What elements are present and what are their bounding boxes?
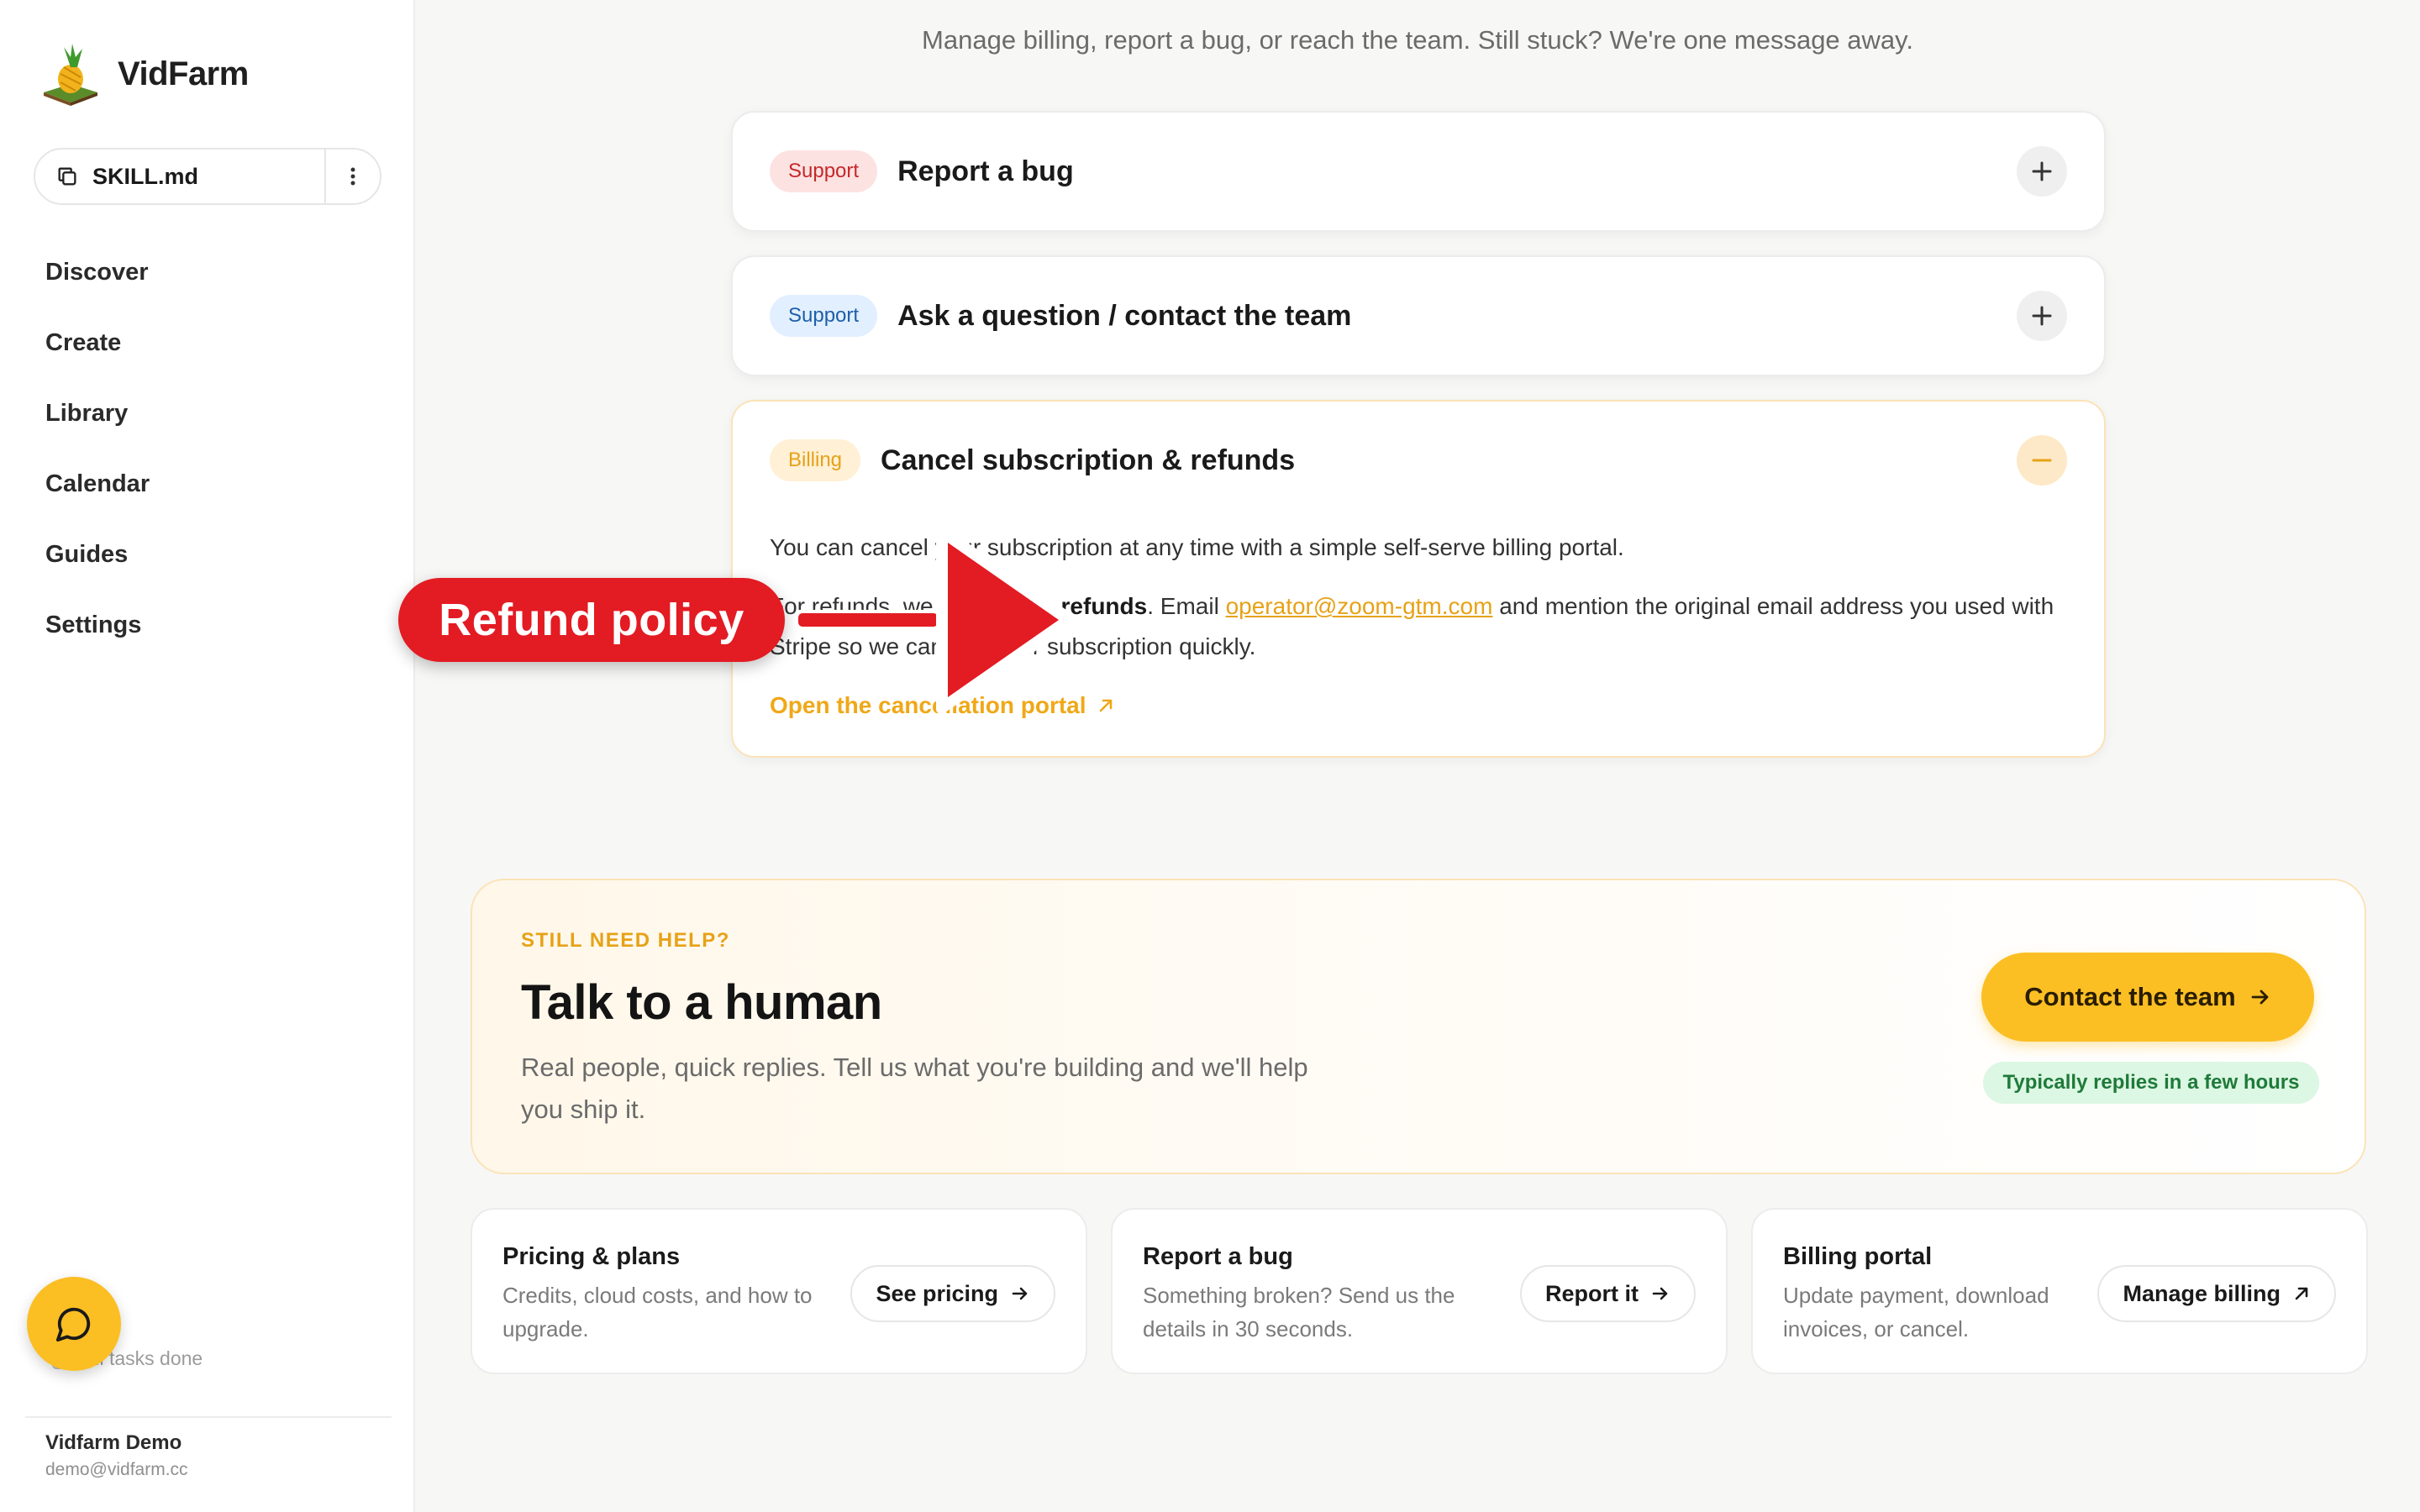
plus-icon [2032, 161, 2052, 181]
brand-name: VidFarm [118, 55, 249, 92]
expand-button[interactable] [2017, 146, 2067, 197]
faq-item-contact-team[interactable]: Support Ask a question / contact the tea… [731, 255, 2106, 376]
contact-team-button[interactable]: Contact the team [1981, 953, 2314, 1042]
button-label: Report it [1545, 1280, 1639, 1306]
external-link-icon [2295, 1287, 2308, 1300]
faq-title: Ask a question / contact the team [897, 299, 1352, 332]
help-description: Real people, quick replies. Tell us what… [521, 1053, 1308, 1124]
sidebar-item-calendar[interactable]: Calendar [45, 449, 150, 519]
answer-text: . Email [1147, 593, 1226, 619]
annotation-arrow-icon [795, 526, 1076, 714]
sidebar-nav: Discover Create Library Calendar Guides … [45, 237, 150, 660]
sidebar-item-discover[interactable]: Discover [45, 237, 150, 307]
faq-title: Report a bug [897, 155, 1074, 187]
report-bug-card: Report a bug Something broken? Send us t… [1111, 1208, 1728, 1374]
chat-button[interactable] [27, 1277, 121, 1371]
manage-billing-button[interactable]: Manage billing [2097, 1265, 2336, 1322]
external-link-icon [1099, 699, 1112, 712]
card-description: Update payment, download invoices, or ca… [1783, 1283, 2049, 1341]
faq-title: Cancel subscription & refunds [881, 444, 1296, 476]
contact-team-label: Contact the team [2024, 982, 2236, 1011]
support-tag: Support [770, 295, 878, 337]
page-title-fragment [1479, 0, 1546, 5]
arrow-right-icon [2251, 990, 2269, 1005]
help-eyebrow: STILL NEED HELP? [521, 929, 730, 952]
skill-file-pill: SKILL.md [34, 148, 381, 205]
annotation-callout: Refund policy [398, 578, 785, 662]
card-title: Report a bug [1143, 1243, 1293, 1270]
help-banner: STILL NEED HELP? Talk to a human Real pe… [471, 879, 2366, 1174]
billing-portal-card: Billing portal Update payment, download … [1751, 1208, 2368, 1374]
divider [25, 1416, 392, 1418]
card-description: Something broken? Send us the details in… [1143, 1283, 1455, 1341]
arrow-right-icon [1652, 1287, 1668, 1300]
pricing-card: Pricing & plans Credits, cloud costs, an… [471, 1208, 1087, 1374]
card-title: Pricing & plans [502, 1243, 681, 1270]
faq-item-report-bug[interactable]: Support Report a bug [731, 111, 2106, 232]
billing-tag: Billing [770, 439, 861, 481]
expand-button[interactable] [2017, 291, 2067, 341]
sidebar-item-library[interactable]: Library [45, 378, 150, 449]
card-description: Credits, cloud costs, and how to upgrade… [502, 1283, 813, 1341]
collapse-button[interactable] [2017, 435, 2067, 486]
arrow-right-icon [1012, 1287, 1028, 1300]
sidebar: VidFarm SKILL.md Discover Create Library… [0, 0, 415, 1512]
report-it-button[interactable]: Report it [1520, 1265, 1696, 1322]
more-options-button[interactable] [326, 150, 380, 203]
card-title: Billing portal [1783, 1243, 1933, 1270]
more-vertical-icon [350, 167, 355, 186]
chat-bubble-icon [55, 1307, 91, 1342]
sidebar-item-guides[interactable]: Guides [45, 519, 150, 590]
support-email-link[interactable]: operator@zoom-gtm.com [1226, 593, 1493, 619]
brand[interactable]: VidFarm [42, 42, 249, 106]
minus-icon [2032, 459, 2052, 462]
help-title: Talk to a human [521, 975, 882, 1030]
pineapple-logo-icon [44, 44, 97, 106]
user-name[interactable]: Vidfarm Demo [45, 1431, 182, 1455]
user-email: demo@vidfarm.cc [45, 1460, 188, 1479]
button-label: Manage billing [2123, 1280, 2281, 1306]
support-tag: Support [770, 150, 878, 192]
sidebar-item-create[interactable]: Create [45, 307, 150, 378]
copy-icon [58, 167, 76, 186]
plus-icon [2032, 306, 2052, 326]
page-subtitle: Manage billing, report a bug, or reach t… [922, 25, 1913, 55]
skill-file-button[interactable]: SKILL.md [35, 150, 324, 203]
button-label: See pricing [876, 1280, 998, 1306]
sidebar-item-settings[interactable]: Settings [45, 590, 150, 660]
reply-time-badge: Typically replies in a few hours [1983, 1062, 2319, 1104]
see-pricing-button[interactable]: See pricing [850, 1265, 1055, 1322]
skill-file-name: SKILL.md [92, 163, 198, 189]
